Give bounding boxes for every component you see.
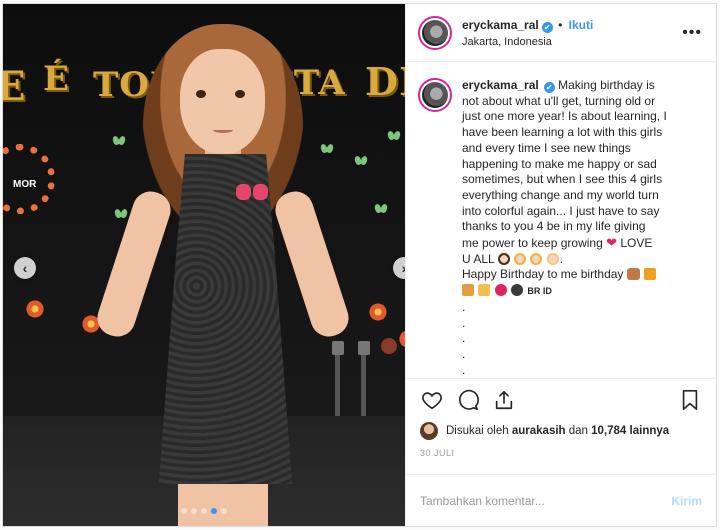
follow-button[interactable]: Ikuti	[569, 18, 594, 32]
author-username[interactable]: eryckama_ral	[462, 18, 539, 32]
caption-text: Happy Birthday to me birthday	[462, 267, 624, 282]
stage-pole	[361, 354, 366, 416]
butterfly-decoration	[321, 144, 333, 154]
girl-eye	[235, 90, 245, 98]
carousel-dot	[181, 508, 187, 514]
heart-icon[interactable]	[420, 388, 444, 412]
gift-emoji-icon	[644, 268, 657, 281]
comment-icon[interactable]	[456, 388, 480, 412]
likes-suffix[interactable]: lainnya	[630, 425, 670, 437]
girl-emoji-icon	[497, 252, 510, 265]
girl-face	[180, 49, 265, 154]
verified-badge-icon: ✔	[541, 21, 553, 33]
caption-text: me power to keep growing	[462, 236, 603, 251]
caption-line-emoji: BR ID	[462, 283, 702, 300]
caption-text: into colorful again... I just have to sa…	[462, 203, 660, 218]
butterfly-decoration	[113, 136, 125, 146]
caption-text: .	[559, 251, 563, 266]
cake-emoji-icon	[626, 268, 640, 281]
girl-mouth	[213, 127, 233, 133]
author-line: eryckama_ral ✔ • Ikuti	[462, 18, 682, 33]
liker-avatar[interactable]	[420, 422, 438, 440]
more-options-icon[interactable]: •••	[682, 24, 702, 42]
bee-emoji-icon	[511, 284, 524, 297]
caption-line-birthday: Happy Birthday to me birthday	[462, 267, 702, 283]
comment-form: Kirim	[406, 474, 716, 526]
caption-text: have been learning a lot with this girls	[462, 125, 663, 140]
post-caption: eryckama_ral ✔ Making birthday is not abo…	[462, 78, 702, 378]
post-dialog: E É TODA ETA DE MOR	[2, 3, 717, 527]
caption-text: .	[462, 299, 466, 314]
butterfly-decoration	[388, 131, 400, 141]
butterfly-decoration	[375, 204, 387, 214]
post-comment-button[interactable]: Kirim	[671, 494, 702, 508]
post-location[interactable]: Jakarta, Indonesia	[462, 36, 682, 48]
balloon-emoji-icon	[494, 284, 507, 297]
butterfly-decoration	[115, 209, 127, 219]
stage-light	[358, 341, 370, 355]
caption-line-growing: me power to keep growing ❤ LOVE	[462, 235, 702, 252]
post-date[interactable]: 30 JULI	[406, 442, 716, 464]
avatar-image	[422, 82, 448, 108]
post-side-panel: eryckama_ral ✔ • Ikuti Jakarta, Indonesia…	[405, 4, 716, 526]
caption-author-avatar[interactable]	[418, 78, 452, 112]
action-bar	[406, 378, 716, 420]
likes-prefix: Disukai oleh	[446, 425, 509, 437]
caption-text: thanks to you 4 be in my life giving	[462, 219, 646, 234]
girl-emoji-icon	[530, 252, 543, 265]
avatar-image	[422, 19, 448, 46]
caption-username[interactable]: eryckama_ral	[462, 78, 539, 92]
stage-light	[381, 338, 397, 354]
butterfly-decoration	[355, 156, 367, 166]
wreath-text: MOR	[13, 179, 37, 190]
caption-area: eryckama_ral ✔ Making birthday is not abo…	[406, 62, 716, 378]
dress-bow	[236, 184, 268, 202]
flower-decoration	[25, 299, 45, 319]
stage-light	[332, 341, 344, 355]
likes-count[interactable]: 10,784	[591, 425, 626, 437]
baby-emoji-icon	[546, 252, 559, 265]
party-popper-emoji-icon	[478, 284, 491, 297]
caption-text: .	[462, 346, 466, 361]
carousel-prev-button[interactable]: ‹	[14, 257, 36, 279]
girl-eye	[196, 90, 206, 98]
caption-text: everything change and my world turn	[462, 187, 659, 202]
carousel-dot	[211, 508, 217, 514]
liker-username[interactable]: aurakasih	[512, 425, 566, 437]
verified-badge-icon: ✔	[543, 82, 555, 93]
share-icon[interactable]	[492, 388, 516, 412]
post-header: eryckama_ral ✔ • Ikuti Jakarta, Indonesia…	[406, 4, 716, 62]
carousel-dot	[201, 508, 207, 514]
caption-text: sometimes, but when I see this 4 girls	[462, 172, 663, 187]
caption-text: .	[462, 315, 466, 330]
caption-text: LOVE	[620, 236, 653, 251]
caption-text: .	[462, 362, 466, 377]
bookmark-icon[interactable]	[678, 388, 702, 412]
carousel-dot	[221, 508, 227, 514]
caption-text: just one more year! Is about learning, I	[462, 109, 667, 124]
separator-dot: •	[558, 17, 563, 32]
flower-decoration	[368, 302, 388, 322]
author-avatar[interactable]	[418, 15, 452, 50]
caption-line-love: U ALL .	[462, 252, 702, 268]
caption-text: happening to make me happy or sad	[462, 156, 657, 171]
caption-text: and every time I see new things	[462, 140, 631, 155]
author-info: eryckama_ral ✔ • Ikuti Jakarta, Indonesia	[462, 18, 682, 48]
likes-summary: Disukai oleh aurakasih dan 10,784 lainny…	[406, 420, 716, 442]
carousel-dot	[191, 508, 197, 514]
caption-text: Making birthday is	[558, 78, 655, 92]
caption-text: U ALL	[462, 251, 495, 266]
comment-input[interactable]	[420, 493, 672, 508]
red-heart-emoji-icon: ❤	[606, 235, 617, 251]
post-media[interactable]: E É TODA ETA DE MOR	[3, 4, 405, 526]
girl-emoji-icon	[513, 252, 526, 265]
caption-text: BR ID	[527, 286, 552, 297]
carousel-indicator	[3, 508, 405, 514]
stage-pole	[335, 354, 340, 416]
caption-text: not about what u'll get, turning old or	[462, 93, 656, 108]
likes-middle: dan	[568, 425, 588, 437]
house-emoji-icon	[462, 284, 474, 297]
caption-text: .	[462, 331, 466, 346]
